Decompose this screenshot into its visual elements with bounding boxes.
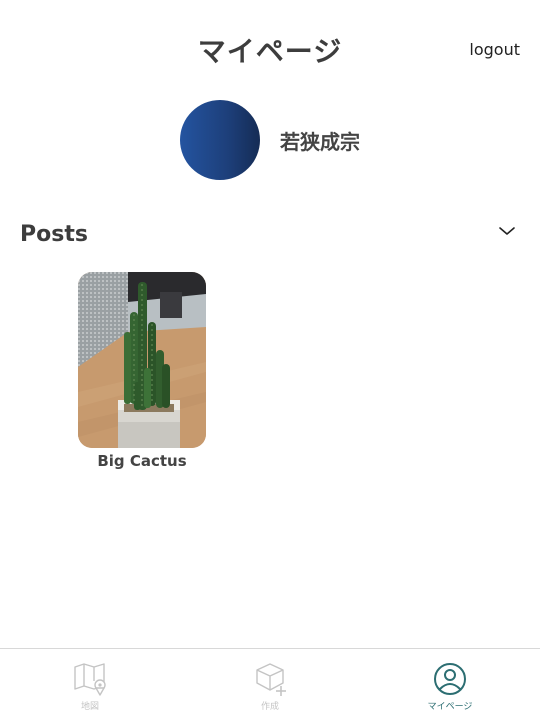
- posts-section-title: Posts: [20, 222, 88, 247]
- nav-item-map[interactable]: 地図: [0, 649, 180, 720]
- profile: 若狭成宗: [180, 100, 360, 180]
- nav-item-create[interactable]: 作成: [180, 649, 360, 720]
- nav-label-map: 地図: [80, 702, 99, 712]
- box-plus-icon: [256, 663, 286, 696]
- page-title: マイページ: [197, 35, 343, 68]
- map-pin-icon: [74, 663, 106, 696]
- header: マイページ logout: [0, 0, 540, 100]
- bottom-nav: 地図 作成 マイページ: [0, 648, 540, 720]
- nav-label-mypage: マイページ: [427, 702, 473, 712]
- user-circle-icon: [434, 663, 466, 695]
- logout-button[interactable]: logout: [469, 40, 520, 59]
- avatar: [180, 100, 260, 180]
- posts-header: Posts: [20, 222, 520, 254]
- post-image-cactus[interactable]: [78, 272, 206, 448]
- nav-label-create: 作成: [260, 702, 279, 712]
- chevron-down-icon[interactable]: [498, 222, 516, 240]
- post-title[interactable]: Big Cactus: [78, 452, 206, 470]
- post-card[interactable]: Big Cactus: [78, 272, 206, 470]
- nav-item-mypage[interactable]: マイページ: [360, 649, 540, 720]
- username: 若狭成宗: [280, 129, 360, 154]
